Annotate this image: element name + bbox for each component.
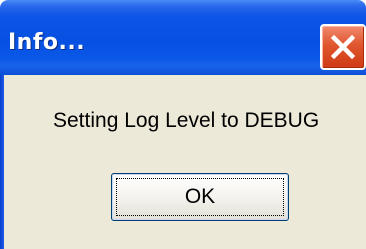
title-bar[interactable]: Info... (0, 0, 366, 75)
ok-button[interactable]: OK (111, 173, 289, 221)
info-dialog-window: Info... Setting Log Level to DEBUG OK (0, 0, 366, 249)
ok-button-label: OK (184, 185, 216, 208)
dialog-body: Setting Log Level to DEBUG OK (4, 75, 366, 249)
close-button[interactable] (320, 24, 366, 70)
window-title: Info... (8, 30, 86, 55)
close-icon (331, 35, 355, 59)
dialog-message: Setting Log Level to DEBUG (53, 109, 320, 132)
